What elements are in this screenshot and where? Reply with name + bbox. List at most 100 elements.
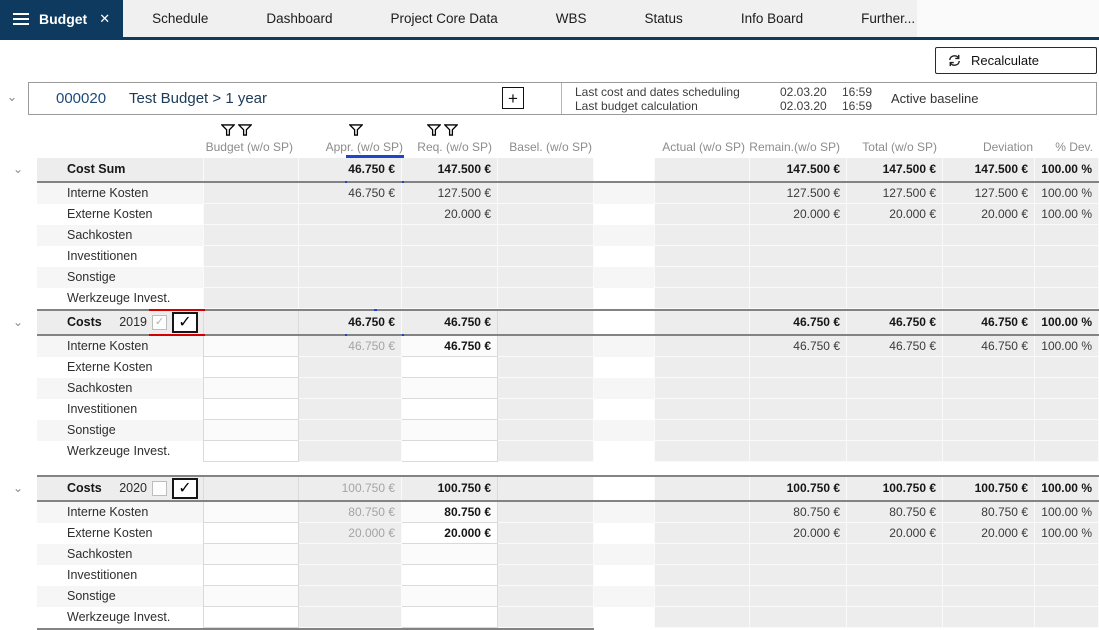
cell-basel bbox=[498, 288, 594, 309]
row-expand-chevron-icon[interactable]: ⌄ bbox=[13, 477, 23, 500]
cell-budget[interactable] bbox=[203, 523, 299, 544]
cell-req[interactable] bbox=[402, 441, 498, 462]
cell-deviation: 80.750 € bbox=[943, 502, 1035, 523]
row-label-cell: Investitionen bbox=[37, 246, 203, 267]
cell-basel bbox=[498, 311, 594, 334]
menu-icon[interactable] bbox=[13, 13, 29, 25]
close-icon[interactable]: ✕ bbox=[99, 11, 110, 27]
recalculate-button[interactable]: Recalculate bbox=[935, 47, 1097, 74]
cell-budget[interactable] bbox=[203, 378, 299, 399]
cell-value: 80.750 € bbox=[299, 502, 395, 523]
add-button[interactable]: + bbox=[502, 87, 524, 109]
cell-remain bbox=[750, 267, 847, 288]
column-gap bbox=[594, 246, 654, 267]
approve-checkbox[interactable]: ✓ bbox=[172, 312, 198, 333]
column-header-appr[interactable]: Appr. (w/o SP) bbox=[300, 140, 403, 154]
cell-budget[interactable] bbox=[203, 399, 299, 420]
approve-checkbox[interactable]: ✓ bbox=[172, 478, 198, 499]
cell-budget[interactable] bbox=[203, 502, 299, 523]
cell-budget[interactable] bbox=[203, 586, 299, 607]
cell-pdev: 100.00 % bbox=[1035, 183, 1099, 204]
column-header-pdev[interactable]: % Dev. bbox=[991, 140, 1093, 154]
tab-wbs[interactable]: WBS bbox=[527, 0, 616, 37]
column-gap bbox=[594, 267, 654, 288]
column-header-basel[interactable]: Basel. (w/o SP) bbox=[490, 140, 592, 154]
row-label: Externe Kosten bbox=[67, 523, 152, 544]
cell-value: 100.00 % bbox=[1035, 477, 1092, 500]
cell-req[interactable] bbox=[402, 399, 498, 420]
tab-schedule[interactable]: Schedule bbox=[123, 0, 237, 37]
cell-req[interactable] bbox=[402, 420, 498, 441]
cell-req[interactable]: 46.750 € bbox=[402, 336, 498, 357]
cell-budget[interactable] bbox=[203, 565, 299, 586]
tab-info-board[interactable]: Info Board bbox=[712, 0, 832, 37]
row-label-cell: Werkzeuge Invest. bbox=[37, 607, 203, 628]
cell-req[interactable] bbox=[402, 565, 498, 586]
cell-req[interactable] bbox=[402, 378, 498, 399]
cell-appr bbox=[299, 607, 402, 628]
cell-value: 20.000 € bbox=[847, 523, 936, 544]
cell-req[interactable] bbox=[402, 586, 498, 607]
cell-remain: 80.750 € bbox=[750, 502, 847, 523]
tab-status[interactable]: Status bbox=[616, 0, 712, 37]
tab-budget[interactable]: Budget ✕ bbox=[0, 0, 123, 37]
column-header-remain[interactable]: Remain.(w/o SP) bbox=[738, 140, 840, 154]
cell-budget[interactable] bbox=[203, 357, 299, 378]
cell-pdev: 100.00 % bbox=[1035, 158, 1099, 181]
filter-funnel-icon[interactable] bbox=[238, 123, 252, 141]
row-label: Sachkosten bbox=[67, 378, 132, 399]
row-expand-chevron-icon[interactable]: ⌄ bbox=[13, 158, 23, 181]
cell-budget[interactable] bbox=[203, 336, 299, 357]
column-header-req[interactable]: Req. (w/o SP) bbox=[390, 140, 492, 154]
cell-value: 20.000 € bbox=[402, 204, 491, 225]
filter-funnel-icon[interactable] bbox=[427, 123, 441, 141]
filter-icons-req[interactable] bbox=[427, 123, 458, 141]
cell-budget[interactable] bbox=[203, 607, 299, 628]
row-label: Costs bbox=[67, 311, 102, 334]
cell-req[interactable]: 20.000 € bbox=[402, 523, 498, 544]
cell-budget[interactable] bbox=[203, 441, 299, 462]
cell-deviation bbox=[943, 420, 1035, 441]
row-gutter bbox=[0, 420, 37, 441]
column-header-actual[interactable]: Actual (w/o SP) bbox=[643, 140, 745, 154]
row-expand-chevron-icon[interactable]: ⌄ bbox=[13, 311, 23, 334]
row-label-cell: Sachkosten bbox=[37, 378, 203, 399]
cell-req[interactable] bbox=[402, 357, 498, 378]
column-header-budget[interactable]: Budget (w/o SP) bbox=[190, 140, 293, 154]
row-gutter bbox=[0, 357, 37, 378]
filter-funnel-icon[interactable] bbox=[444, 123, 458, 141]
column-header-total[interactable]: Total (w/o SP) bbox=[835, 140, 937, 154]
cell-req[interactable] bbox=[402, 544, 498, 565]
cell-deviation bbox=[943, 565, 1035, 586]
column-gap bbox=[594, 586, 654, 607]
project-collapse-chevron-icon[interactable]: ⌄ bbox=[4, 89, 20, 105]
project-title[interactable]: Test Budget > 1 year bbox=[129, 90, 267, 107]
cell-budget[interactable] bbox=[203, 420, 299, 441]
filter-icon-appr[interactable] bbox=[349, 123, 363, 141]
cell-budget[interactable] bbox=[203, 544, 299, 565]
row-label: Sonstige bbox=[67, 420, 116, 441]
cell-basel bbox=[498, 477, 594, 500]
tab-further[interactable]: Further... bbox=[832, 0, 944, 37]
row-gutter bbox=[0, 565, 37, 586]
tab-budget-label: Budget bbox=[39, 11, 87, 27]
tab-dashboard[interactable]: Dashboard bbox=[237, 0, 361, 37]
row-label-cell: Werkzeuge Invest. bbox=[37, 441, 203, 462]
cell-deviation: 20.000 € bbox=[943, 523, 1035, 544]
filter-funnel-icon[interactable] bbox=[221, 123, 235, 141]
cell-appr bbox=[299, 246, 402, 267]
cell-req[interactable] bbox=[402, 607, 498, 628]
tab-project-core-data[interactable]: Project Core Data bbox=[361, 0, 526, 37]
cell-basel bbox=[498, 378, 594, 399]
filter-icons-budget[interactable] bbox=[221, 123, 252, 141]
cell-remain bbox=[750, 441, 847, 462]
cell-basel bbox=[498, 246, 594, 267]
baseline-checkbox[interactable]: ✓ bbox=[152, 315, 167, 330]
filter-funnel-icon[interactable] bbox=[349, 123, 363, 141]
cell-req: 20.000 € bbox=[402, 204, 498, 225]
cell-basel bbox=[498, 607, 594, 628]
cell-basel bbox=[498, 565, 594, 586]
cell-actual bbox=[654, 378, 750, 399]
cell-req[interactable]: 80.750 € bbox=[402, 502, 498, 523]
baseline-checkbox[interactable] bbox=[152, 481, 167, 496]
